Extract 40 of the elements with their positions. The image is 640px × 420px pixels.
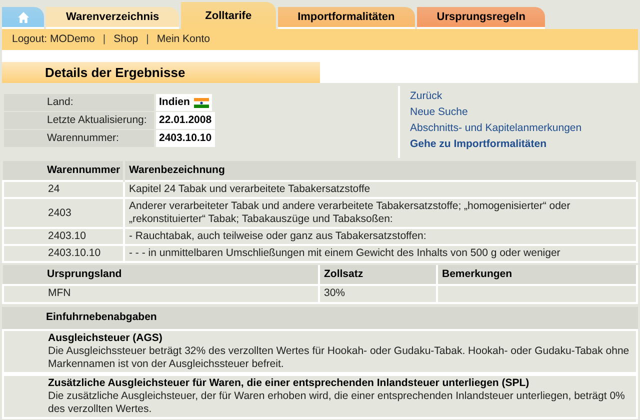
separator: | <box>145 32 150 47</box>
charge-text: Die Ausgleichssteuer beträgt 32% des verzollten Wertes für Hookah- oder Gudaku-Tabak. Hookah- oder Gudaku-Tabak ohne Markennamen ist von der Ausgleichssteuer befreit. <box>48 345 630 371</box>
table-cell: 30% <box>319 285 437 303</box>
table-cell: 24 <box>3 181 124 198</box>
link[interactable]: Zurück <box>410 89 582 103</box>
table-cell: 2403.10.10 <box>3 245 124 262</box>
table-cell: - - - in unmittelbaren Umschließungen mit einem Gewicht des Inhalts von 500 g oder weniger <box>124 245 637 262</box>
table-cell: Kapitel 24 Tabak und verarbeitete Tabakersatzstoffe <box>124 181 637 198</box>
separator: | <box>102 32 107 47</box>
table-cell: 2403 <box>3 198 124 228</box>
charge-title: Zusätzliche Ausgleichsteuer für Waren, die einer entsprechenden Inlandsteuer unterliegen (SPL) <box>48 377 530 390</box>
tab[interactable]: Importformalitäten <box>278 7 415 29</box>
detail-label: Warennummer: <box>4 130 154 147</box>
detail-value-text: Indien <box>159 94 190 110</box>
column-header: Zollsatz <box>319 265 437 285</box>
table-cell: 2403.10 <box>3 228 124 245</box>
tab[interactable]: Warenverzeichnis <box>46 7 180 29</box>
column-header: Warennummer <box>3 161 124 181</box>
tab[interactable]: Ursprungsregeln <box>416 7 546 29</box>
table-cell: - Rauchtabak, auch teilweise oder ganz aus Tabakersatzstoffen: <box>124 228 637 245</box>
link[interactable]: Gehe zu Importformalitäten <box>410 137 582 151</box>
link[interactable]: Abschnitts- und Kapitelanmerkungen <box>410 121 582 135</box>
table-cell: Anderer verarbeiteter Tabak und andere verarbeitete Tabakersatzstoffe; „homogenisierter“ oder „rekonstituierter“ Tabak; Tabakauszüge und Tabaksoßen: <box>124 198 637 228</box>
charge-text: Die zusätzliche Ausgleichsteuer, der für Waren erhoben wird, die einer entsprechenden Inlandsteuer unterliegen, beträgt 0% des verzollten Wertes. <box>48 390 626 416</box>
tab[interactable]: Zolltarife <box>181 2 276 29</box>
column-header: Ursprungsland <box>3 265 319 285</box>
nav-link[interactable]: Logout: MODemo <box>12 32 95 48</box>
nav-link[interactable]: Shop <box>114 32 138 48</box>
section-title: Details der Ergebnisse <box>2 62 320 83</box>
link[interactable]: Neue Suche <box>410 105 582 119</box>
column-header: Bemerkungen <box>437 265 637 285</box>
detail-label: Land: <box>4 94 154 111</box>
charges-header: Einfuhrnebenabgaben <box>2 307 638 329</box>
detail-label: Letzte Aktualisierung: <box>4 112 154 129</box>
detail-value-text: 2403.10.10 <box>159 130 212 146</box>
charge-title: Ausgleichsteuer (AGS) <box>48 332 164 345</box>
detail-value-text: 22.01.2008 <box>159 112 212 128</box>
column-header: Warenbezeichnung <box>124 161 637 181</box>
nav-link[interactable]: Mein Konto <box>156 32 210 48</box>
table-cell: MFN <box>3 285 319 303</box>
